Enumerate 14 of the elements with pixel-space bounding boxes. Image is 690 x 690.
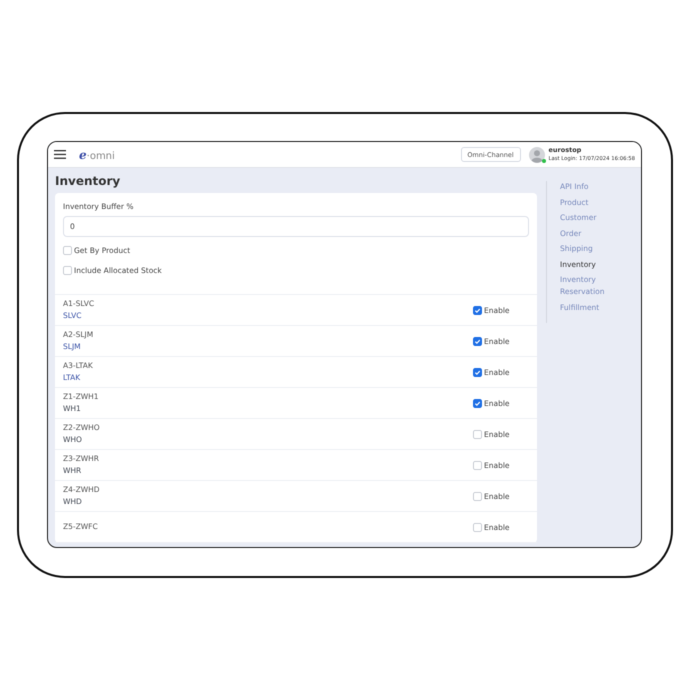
checkbox[interactable] [473,460,482,470]
checkbox[interactable] [473,398,482,408]
menu-icon[interactable] [54,150,66,159]
checkbox[interactable] [473,492,482,500]
checkbox[interactable] [473,336,482,346]
avatar-icon[interactable] [528,146,545,162]
checkbox[interactable] [63,266,72,274]
checkbox[interactable] [473,522,482,532]
checkbox[interactable] [473,368,482,376]
checkbox[interactable] [63,246,72,254]
checkbox[interactable] [473,306,482,314]
page-title: Inventory [55,174,122,188]
checkbox[interactable] [473,430,482,438]
logo[interactable]: e·omni [79,148,115,162]
